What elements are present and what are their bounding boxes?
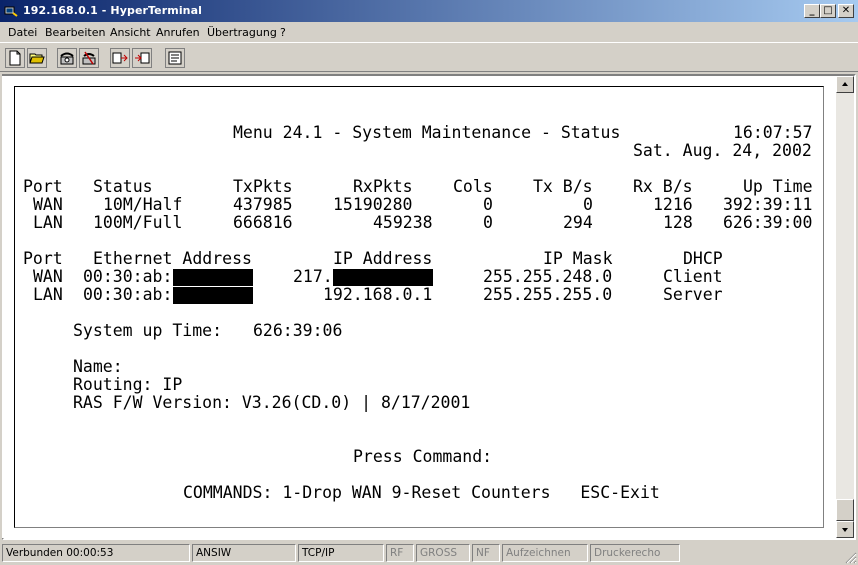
status-print-echo: Druckerecho [590,544,680,562]
minimize-button[interactable]: _ [804,4,820,18]
table-row-cell: 294 [563,213,593,232]
col-header-port: Port [23,249,63,268]
table-row-cell: 459238 [373,213,433,232]
table-row-cell: 437985 [233,195,293,214]
col-header-uptime: Up Time [743,177,813,196]
terminal-content: Menu 24.1 - System Maintenance - Status … [14,86,824,528]
table-row-cell: 10M/Half [103,195,183,214]
status-protocol: TCP/IP [298,544,384,562]
system-uptime-value: 626:39:06 [253,321,343,340]
hyperterminal-icon [4,6,18,17]
current-date: Sat. Aug. 24, 2002 [633,141,812,160]
table-row-cell: 00:30:ab: [83,267,173,286]
table-row-cell: 626:39:00 [723,213,813,232]
window-title: 192.168.0.1 - HyperTerminal [23,4,203,17]
menu-anrufen[interactable]: Anrufen [156,26,200,39]
current-time: 16:07:57 [733,123,813,142]
table-row-cell: LAN [33,213,63,232]
send-icon[interactable] [110,48,130,68]
menu-datei[interactable]: Datei [8,26,37,39]
col-header-cols: Cols [453,177,493,196]
table-row-cell: 00:30:ab: [83,285,173,304]
arrow-down-icon [842,528,848,532]
table-row-cell: 0 [583,195,593,214]
receive-icon[interactable] [132,48,152,68]
name-line: Name: [73,357,123,376]
close-button[interactable]: ✕ [838,4,854,18]
scroll-up-button[interactable] [836,76,854,93]
status-emulation: ANSIW [192,544,296,562]
redacted-mac-wan [173,269,253,286]
menu-title: Menu 24.1 - System Maintenance - Status [233,123,621,142]
title-bar[interactable]: 192.168.0.1 - HyperTerminal _ □ ✕ [0,0,858,22]
firmware-line: RAS F/W Version: V3.26(CD.0) | 8/17/2001 [73,393,471,412]
call-icon[interactable] [57,48,77,68]
redacted-mac-lan [173,287,253,304]
system-uptime-label: System up Time: [73,321,223,340]
table-row-cell: LAN [33,285,63,304]
status-connection: Verbunden 00:00:53 [2,544,190,562]
table-row-cell: WAN [33,267,63,286]
col-header-rxpkts: RxPkts [353,177,413,196]
col-header-ip: IP Address [333,249,433,268]
table-row-cell: Client [663,267,723,286]
status-capture: Aufzeichnen [502,544,588,562]
command-prompt: Press Command: [353,447,493,466]
menu-help[interactable]: ? [280,26,286,39]
arrow-up-icon [842,82,848,86]
status-scroll: RF [386,544,414,562]
col-header-txbs: Tx B/s [533,177,593,196]
new-icon[interactable] [5,48,25,68]
table-row-cell: 666816 [233,213,293,232]
table-row-cell: 128 [663,213,693,232]
routing-line: Routing: IP [73,375,183,394]
table-row-cell: 100M/Full [93,213,183,232]
toolbar [0,42,858,72]
menu-bar: Datei Bearbeiten Ansicht Anrufen Übertra… [0,22,858,42]
status-caps: GROSS [416,544,470,562]
col-header-port: Port [23,177,63,196]
disconnect-icon[interactable] [79,48,99,68]
table-row-cell: 15190280 [333,195,413,214]
terminal-screen[interactable]: Menu 24.1 - System Maintenance - Status … [2,76,836,538]
commands-line: COMMANDS: 1-Drop WAN 9-Reset Counters ES… [183,483,660,502]
open-icon[interactable] [27,48,47,68]
properties-icon[interactable] [165,48,185,68]
col-header-txpkts: TxPkts [233,177,293,196]
resize-grip-icon[interactable] [845,552,857,564]
redacted-ip-wan [333,269,433,286]
col-header-ethernet: Ethernet Address [93,249,252,268]
maximize-button[interactable]: □ [820,4,836,18]
table-row-cell: WAN [33,195,63,214]
table-row-cell: 0 [483,195,493,214]
table-row-cell: 392:39:11 [723,195,813,214]
scroll-thumb[interactable] [836,499,854,521]
table-row-cell: 1216 [653,195,693,214]
table-row-cell: 0 [483,213,493,232]
status-bar: Verbunden 00:00:53 ANSIW TCP/IP RF GROSS… [0,543,858,565]
table-row-cell: Server [663,285,723,304]
table-row-cell: 255.255.255.0 [483,285,613,304]
menu-uebertragung[interactable]: Übertragung [207,26,277,39]
table-row-cell: 217. [293,267,333,286]
menu-ansicht[interactable]: Ansicht [110,26,151,39]
table-row-cell: 192.168.0.1 [323,285,433,304]
vertical-scrollbar[interactable] [836,76,854,538]
col-header-rxbs: Rx B/s [633,177,693,196]
col-header-dhcp: DHCP [683,249,723,268]
menu-bearbeiten[interactable]: Bearbeiten [45,26,105,39]
status-num: NF [472,544,500,562]
scroll-down-button[interactable] [836,521,854,538]
table-row-cell: 255.255.248.0 [483,267,613,286]
col-header-mask: IP Mask [543,249,613,268]
col-header-status: Status [93,177,153,196]
